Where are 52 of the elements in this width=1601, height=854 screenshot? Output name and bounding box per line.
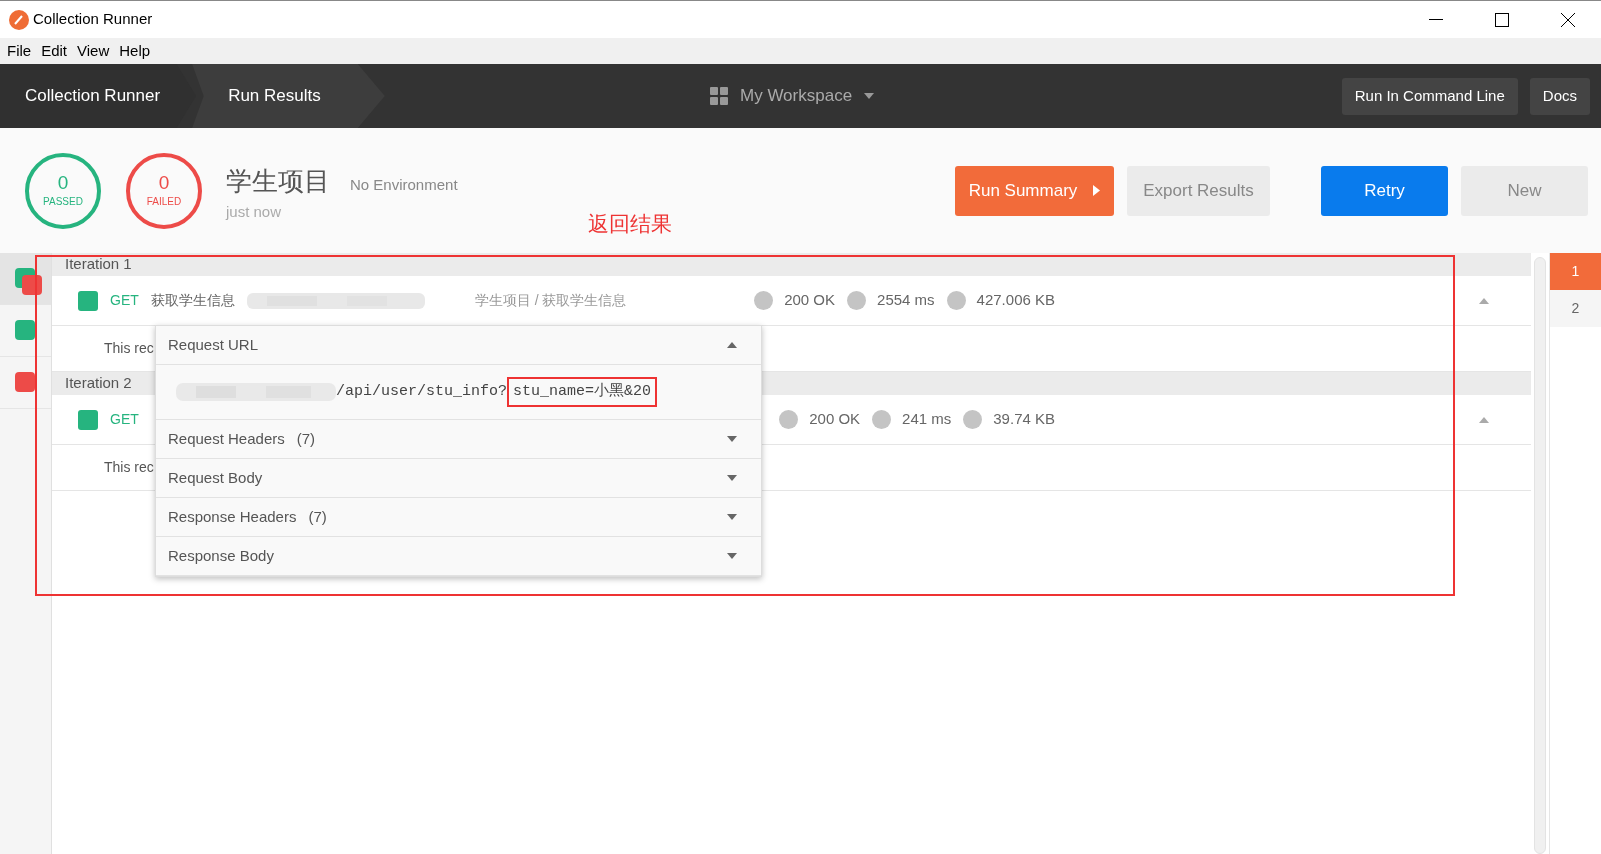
menu-item[interactable]: View	[72, 39, 115, 63]
request-path: 学生项目 / 获取学生信息	[474, 291, 627, 310]
play-icon	[1093, 185, 1101, 196]
details-section-header[interactable]: Request Body	[156, 459, 761, 498]
response-metric: 200 OK	[809, 409, 861, 430]
section-count: (7)	[308, 506, 327, 527]
window-title: Collection Runner	[33, 9, 153, 30]
request-method: GET	[110, 410, 139, 429]
scrollbar[interactable]	[1534, 257, 1546, 854]
action-button[interactable]: Retry	[1321, 165, 1448, 216]
header-button[interactable]: Run In Command Line	[1341, 77, 1518, 115]
section-title: Request Body	[168, 467, 263, 488]
section-count: (7)	[296, 428, 316, 449]
section-title: Response Headers	[168, 506, 297, 527]
response-metric: 200 OK	[784, 290, 836, 311]
app-logo-icon	[9, 9, 29, 30]
request-note: This rec	[104, 339, 154, 358]
result-counter: 0 PASSED	[25, 152, 101, 229]
workspace-switcher[interactable]: My Workspace	[710, 64, 875, 128]
highlighted-query: stu_name=小黑&20	[507, 376, 658, 408]
header-button[interactable]: Docs	[1529, 77, 1590, 115]
collection-name: 学生项目	[226, 165, 330, 198]
request-name: 获取学生信息	[150, 291, 235, 310]
menu-item[interactable]: Help	[114, 39, 156, 63]
close-icon	[1561, 12, 1575, 27]
grid-icon	[710, 87, 728, 105]
details-section-header[interactable]: Response Body	[156, 537, 761, 576]
menu-item[interactable]: File	[2, 39, 37, 63]
maximize-icon	[1495, 12, 1509, 27]
request-note: This rec	[104, 458, 154, 477]
run-time: just now	[226, 202, 283, 222]
details-section-header[interactable]: Request Headers (7)	[156, 420, 761, 459]
response-metric: 39.74 KB	[993, 409, 1055, 430]
response-metric: 241 ms	[902, 409, 952, 430]
section-title: Response Body	[168, 545, 274, 566]
iteration-page-tab[interactable]: 2	[1550, 290, 1601, 327]
request-method: GET	[110, 291, 139, 310]
annotation-text: 返回结果	[588, 211, 672, 237]
response-metric: 427.006 KB	[976, 290, 1055, 311]
environment-label: No Environment	[350, 175, 458, 195]
breadcrumb-tab[interactable]: Run Results	[192, 64, 385, 128]
minimize-icon	[1429, 18, 1443, 21]
result-counter: 0 FAILED	[126, 152, 202, 229]
section-title: Request URL	[168, 334, 259, 355]
iteration-header: Iteration 1	[52, 253, 1531, 276]
details-section-header[interactable]: Request URL	[156, 326, 761, 365]
menu-item[interactable]: Edit	[36, 39, 73, 63]
section-title: Request Headers	[168, 428, 285, 449]
response-metric: 2554 ms	[877, 290, 935, 311]
details-section-header[interactable]: Response Headers (7)	[156, 498, 761, 537]
iteration-list-item[interactable]	[0, 253, 51, 305]
expand-caret-icon	[864, 93, 875, 99]
